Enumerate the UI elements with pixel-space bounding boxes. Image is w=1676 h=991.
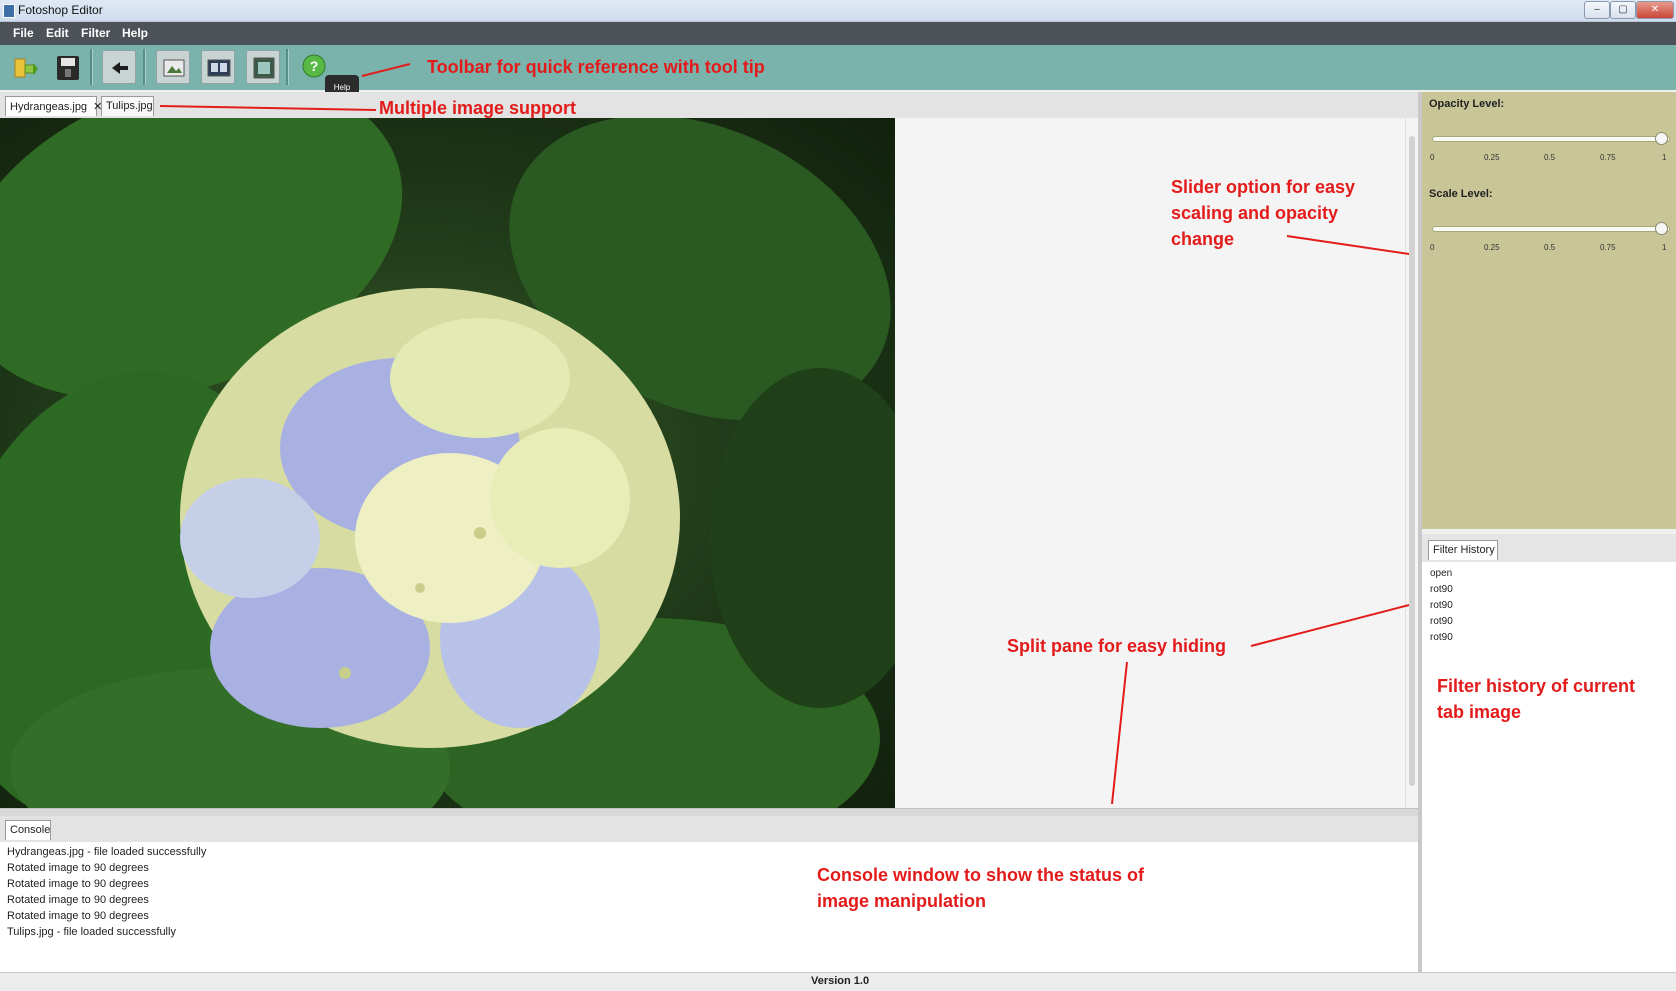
annotation-split-pane: Split pane for easy hiding — [1007, 636, 1227, 656]
annotation-toolbar: Toolbar for quick reference with tool ti… — [427, 57, 765, 77]
history-pointer-line — [1250, 604, 1410, 647]
toolbar-pointer-line — [361, 63, 411, 77]
annotation-lines — [159, 63, 1410, 805]
annotation-filter-1: Filter history of current — [1437, 676, 1636, 696]
annotation-slider-2: scaling and opacity — [1171, 203, 1339, 223]
split-pointer-line — [1111, 661, 1128, 805]
annotation-multi-image: Multiple image support — [379, 98, 577, 118]
slider-pointer-line — [1286, 235, 1410, 255]
annotation-console-2: image manipulation — [817, 891, 987, 911]
annotation-slider-3: change — [1171, 229, 1235, 249]
annotation-filter-2: tab image — [1437, 702, 1522, 722]
annotation-slider-1: Slider option for easy — [1171, 177, 1356, 197]
annotation-console-1: Console window to show the status of — [817, 865, 1144, 885]
tabs-pointer-line — [159, 105, 377, 111]
